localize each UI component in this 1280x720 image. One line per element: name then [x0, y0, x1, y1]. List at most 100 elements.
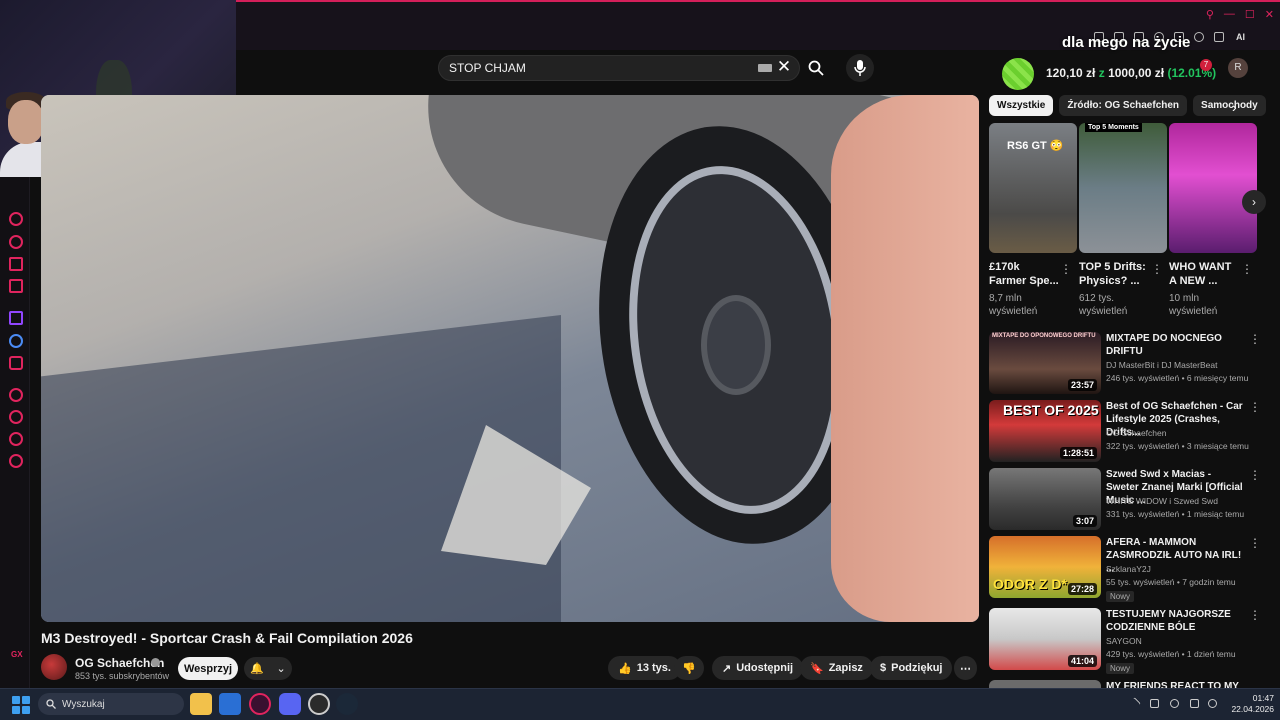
- network-icon[interactable]: [1150, 699, 1159, 708]
- thumbnail-text: BEST OF 2025: [1003, 402, 1099, 418]
- microphone-icon[interactable]: [1170, 699, 1179, 708]
- video-player[interactable]: [41, 95, 979, 622]
- clock[interactable]: 01:47 22.04.2026: [1228, 693, 1274, 715]
- close-icon[interactable]: ✕: [1265, 8, 1274, 24]
- volume-icon[interactable]: [1208, 699, 1217, 708]
- person-face: [8, 100, 44, 144]
- discord-icon[interactable]: [279, 693, 301, 715]
- video-title[interactable]: MIXTAPE DO NOCNEGO DRIFTU: [1106, 332, 1246, 358]
- share-button[interactable]: ↗ Udostępnij: [712, 656, 804, 680]
- user-avatar[interactable]: R: [1228, 58, 1248, 78]
- channel-name[interactable]: SzklanaY2J: [1106, 564, 1256, 574]
- cube-icon[interactable]: [9, 432, 23, 446]
- taskbar-search[interactable]: Wyszukaj: [38, 693, 184, 715]
- list-item[interactable]: MY FRIENDS REACT TO MY ...: [989, 680, 1269, 688]
- more-vert-icon[interactable]: ⋮: [1151, 262, 1163, 276]
- search-input[interactable]: STOP CHJAM: [438, 55, 800, 81]
- steam-icon[interactable]: [336, 693, 358, 715]
- instagram-icon[interactable]: [9, 356, 23, 370]
- bell-icon: 🔔: [250, 663, 264, 675]
- list-item[interactable]: BEST OF 2025 1:28:51 Best of OG Schaefch…: [989, 400, 1269, 462]
- thanks-button[interactable]: $ Podziękuj: [870, 656, 953, 680]
- m-icon[interactable]: [9, 279, 23, 293]
- settings-icon[interactable]: [9, 454, 23, 468]
- opera-gx-icon[interactable]: [249, 693, 271, 715]
- chip-all[interactable]: Wszystkie: [989, 95, 1054, 116]
- more-vert-icon[interactable]: ⋮: [1249, 536, 1261, 550]
- video-title[interactable]: TESTUJEMY NAJGORSZE CODZIENNE BÓLE: [1106, 608, 1246, 634]
- clock-icon[interactable]: [9, 410, 23, 424]
- search-icon[interactable]: ⚲: [1206, 8, 1214, 24]
- channel-name[interactable]: DJ MasterBit i DJ MasterBeat: [1106, 360, 1256, 370]
- minimize-icon[interactable]: —: [1224, 8, 1235, 24]
- windows-start-icon[interactable]: [12, 696, 30, 714]
- maximize-icon[interactable]: ☐: [1245, 8, 1255, 24]
- save-label: Zapisz: [828, 662, 863, 674]
- video-thumbnail[interactable]: 41:04: [989, 608, 1101, 670]
- ai-label[interactable]: AI: [1236, 32, 1245, 42]
- like-button[interactable]: 👍 13 tys.: [608, 656, 681, 680]
- monitor-icon[interactable]: [1190, 699, 1199, 708]
- more-vert-icon[interactable]: ⋮: [1060, 262, 1072, 276]
- thumbnail-text: MIXTAPE DO OPONOWEGO DRIFTU: [992, 333, 1096, 339]
- more-vert-icon[interactable]: ⋮: [1249, 332, 1261, 346]
- notification-badge[interactable]: 7: [1200, 59, 1212, 71]
- store-icon[interactable]: [219, 693, 241, 715]
- channel-name[interactable]: OG Schaefchen: [1106, 428, 1256, 438]
- video-meta: 246 tys. wyświetleń • 6 miesięcy temu: [1106, 373, 1249, 383]
- support-button[interactable]: Wesprzyj: [178, 657, 238, 680]
- short-title[interactable]: TOP 5 Drifts: Physics? ...: [1079, 260, 1149, 288]
- list-item[interactable]: 3:07 Szwed Swd x Macias - Sweter Znanej …: [989, 468, 1269, 530]
- video-thumbnail[interactable]: ODOR Z D* 27:28: [989, 536, 1101, 598]
- history-icon[interactable]: [9, 212, 23, 226]
- gx-label[interactable]: GX: [11, 650, 23, 659]
- save-button[interactable]: 🔖 Zapisz: [800, 656, 873, 680]
- obs-icon[interactable]: [308, 693, 330, 715]
- bag-icon[interactable]: [9, 235, 23, 249]
- clear-search-icon[interactable]: ✕: [776, 58, 792, 76]
- more-actions-button[interactable]: ⋯: [954, 656, 977, 680]
- chevron-right-icon[interactable]: ›: [1232, 99, 1237, 115]
- keyboard-icon[interactable]: [758, 64, 772, 72]
- chevron-right-icon[interactable]: ›: [1242, 190, 1266, 214]
- share-label: Udostępnij: [736, 662, 794, 674]
- short-thumbnail[interactable]: [1169, 123, 1257, 253]
- voice-search-button[interactable]: [846, 54, 874, 82]
- channel-name[interactable]: SAYGON: [1106, 636, 1256, 646]
- twitch-icon[interactable]: [9, 311, 23, 325]
- list-item[interactable]: ODOR Z D* 27:28 AFERA - MAMMON ZASMRODZI…: [989, 536, 1269, 602]
- video-meta: 55 tys. wyświetleń • 7 godzin temu: [1106, 577, 1236, 587]
- short-title[interactable]: £170k Farmer Spe...: [989, 260, 1059, 288]
- chip-cars[interactable]: Samochody: [1193, 95, 1266, 116]
- list-item[interactable]: MIXTAPE DO OPONOWEGO DRIFTU 23:57 MIXTAP…: [989, 332, 1269, 394]
- video-title[interactable]: MY FRIENDS REACT TO MY ...: [1106, 680, 1246, 688]
- video-thumbnail[interactable]: BEST OF 2025 1:28:51: [989, 400, 1101, 462]
- list-item[interactable]: 41:04 TESTUJEMY NAJGORSZE CODZIENNE BÓLE…: [989, 608, 1269, 674]
- video-thumbnail[interactable]: MIXTAPE DO OPONOWEGO DRIFTU 23:57: [989, 332, 1101, 394]
- channel-name[interactable]: WHITE WIDOW i Szwed Swd: [1106, 496, 1256, 506]
- search-button[interactable]: [800, 56, 832, 80]
- short-label: RS6 GT 😳: [1007, 140, 1064, 152]
- video-title: M3 Destroyed! - Sportcar Crash & Fail Co…: [41, 630, 413, 646]
- player-icon[interactable]: [9, 388, 23, 402]
- more-vert-icon[interactable]: ⋮: [1249, 468, 1261, 482]
- messenger-icon[interactable]: [9, 334, 23, 348]
- download-icon[interactable]: [1214, 32, 1224, 42]
- channel-avatar[interactable]: [41, 654, 67, 680]
- video-thumbnail[interactable]: 3:07: [989, 468, 1101, 530]
- chip-source[interactable]: Źródło: OG Schaefchen: [1059, 95, 1188, 116]
- video-thumbnail[interactable]: [989, 680, 1101, 688]
- short-title[interactable]: WHO WANT A NEW ...: [1169, 260, 1239, 288]
- chat-icon[interactable]: [9, 257, 23, 271]
- short-thumbnail[interactable]: RS6 GT 😳: [989, 123, 1077, 253]
- short-label: Top 5 Moments: [1085, 123, 1142, 132]
- dislike-button[interactable]: 👎: [674, 656, 704, 680]
- account-icon[interactable]: [1194, 32, 1204, 42]
- more-vert-icon[interactable]: ⋮: [1249, 400, 1261, 414]
- more-vert-icon[interactable]: ⋮: [1249, 608, 1261, 622]
- video-meta: 429 tys. wyświetleń • 1 dzień temu: [1106, 649, 1236, 659]
- short-thumbnail[interactable]: Top 5 Moments: [1079, 123, 1167, 253]
- file-explorer-icon[interactable]: [190, 693, 212, 715]
- notifications-button[interactable]: 🔔 ⌄: [244, 657, 292, 680]
- more-vert-icon[interactable]: ⋮: [1241, 262, 1253, 276]
